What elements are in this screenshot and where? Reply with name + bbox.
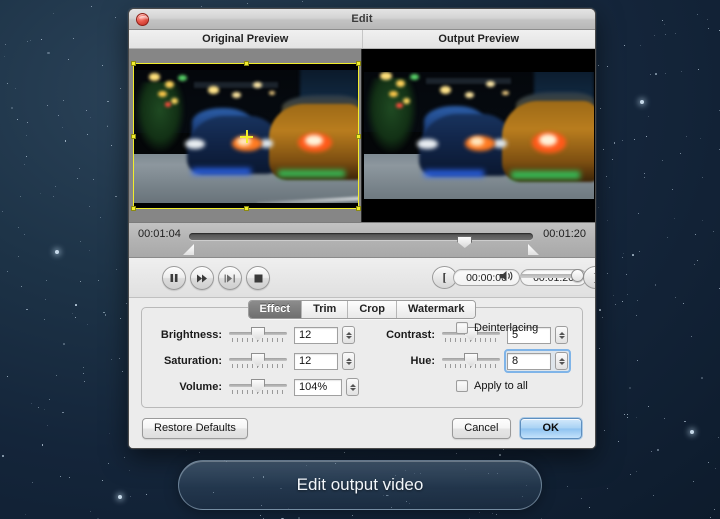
effect-checkboxes: Deinterlacing Apply to all <box>456 322 572 392</box>
apply-to-all-label: Apply to all <box>474 380 528 392</box>
output-video-frame <box>364 58 594 213</box>
saturation-stepper[interactable] <box>342 352 355 370</box>
output-preview-pane[interactable] <box>362 49 595 222</box>
tab-trim[interactable]: Trim <box>302 301 349 318</box>
tab-strip: Effect Trim Crop Watermark <box>129 300 595 319</box>
dialog-footer: Restore Defaults Cancel OK <box>129 408 595 448</box>
preview-panes <box>129 49 595 222</box>
close-icon[interactable] <box>136 13 149 26</box>
brightness-field[interactable]: 12 <box>294 326 338 344</box>
timeline-total-time: 00:01:20 <box>543 228 586 240</box>
stop-button[interactable] <box>246 266 270 290</box>
pause-icon <box>170 274 178 282</box>
step-frame-button[interactable] <box>218 266 242 290</box>
edit-output-video-label: Edit output video <box>296 475 424 494</box>
pause-button[interactable] <box>162 266 186 290</box>
apply-to-all-checkbox[interactable] <box>456 380 468 392</box>
stop-icon <box>254 274 262 282</box>
window-title: Edit <box>351 13 373 25</box>
tab-crop[interactable]: Crop <box>348 301 397 318</box>
timeline-track[interactable] <box>189 233 533 248</box>
restore-defaults-button[interactable]: Restore Defaults <box>142 417 248 439</box>
edit-output-video-tooltip[interactable]: Edit output video <box>178 460 542 510</box>
volume-slider-knob[interactable] <box>571 269 584 282</box>
window-titlebar: Edit <box>129 9 595 30</box>
transport-bar: [ 00:00:00 00:01:20 ] <box>129 258 595 298</box>
original-preview-label: Original Preview <box>129 30 363 48</box>
speaker-icon <box>500 271 513 281</box>
volume-slider-track[interactable] <box>520 269 584 282</box>
edit-window: Edit Original Preview Output Preview 00:… <box>128 8 596 449</box>
fast-forward-icon <box>196 274 207 282</box>
step-frame-icon <box>224 274 235 282</box>
video-still-original <box>133 63 359 209</box>
tab-zone: Brightness: 12 Contrast: 5 Saturation: 1… <box>129 298 595 448</box>
deinterlacing-checkbox[interactable] <box>456 322 468 334</box>
cancel-button[interactable]: Cancel <box>452 417 511 439</box>
saturation-slider[interactable] <box>229 352 287 370</box>
apply-to-all-checkbox-row[interactable]: Apply to all <box>456 380 572 392</box>
deinterlacing-checkbox-row[interactable]: Deinterlacing <box>456 322 572 334</box>
trim-in-marker[interactable] <box>183 244 194 255</box>
tab-effect[interactable]: Effect <box>248 301 303 318</box>
mark-out-button[interactable]: ] <box>583 266 595 289</box>
original-preview-pane[interactable] <box>129 49 362 222</box>
original-video-frame <box>133 63 359 209</box>
volume-effect-slider[interactable] <box>229 378 287 396</box>
contrast-label: Contrast: <box>386 329 435 341</box>
volume-field[interactable]: 104% <box>294 378 342 396</box>
fast-forward-button[interactable] <box>190 266 214 290</box>
brightness-stepper[interactable] <box>342 326 355 344</box>
brightness-label: Brightness: <box>160 329 222 341</box>
timeline-current-time: 00:01:04 <box>138 228 181 240</box>
volume-control[interactable] <box>500 269 584 282</box>
brightness-slider[interactable] <box>229 326 287 344</box>
hue-label: Hue: <box>410 355 435 367</box>
timeline-playhead[interactable] <box>457 236 473 248</box>
volume-stepper[interactable] <box>346 378 359 396</box>
video-still-output <box>364 58 594 213</box>
saturation-field[interactable]: 12 <box>294 352 338 370</box>
timeline-bar[interactable]: 00:01:04 00:01:20 <box>129 222 595 258</box>
deinterlacing-label: Deinterlacing <box>474 322 539 334</box>
tab-watermark[interactable]: Watermark <box>397 301 476 318</box>
ok-button[interactable]: OK <box>519 417 582 439</box>
trim-out-marker[interactable] <box>528 244 539 255</box>
effect-groupbox: Brightness: 12 Contrast: 5 Saturation: 1… <box>141 307 583 408</box>
output-preview-label: Output Preview <box>438 33 520 45</box>
preview-headers: Original Preview Output Preview <box>129 30 595 49</box>
volume-label: Volume: <box>179 381 222 393</box>
saturation-label: Saturation: <box>163 355 222 367</box>
